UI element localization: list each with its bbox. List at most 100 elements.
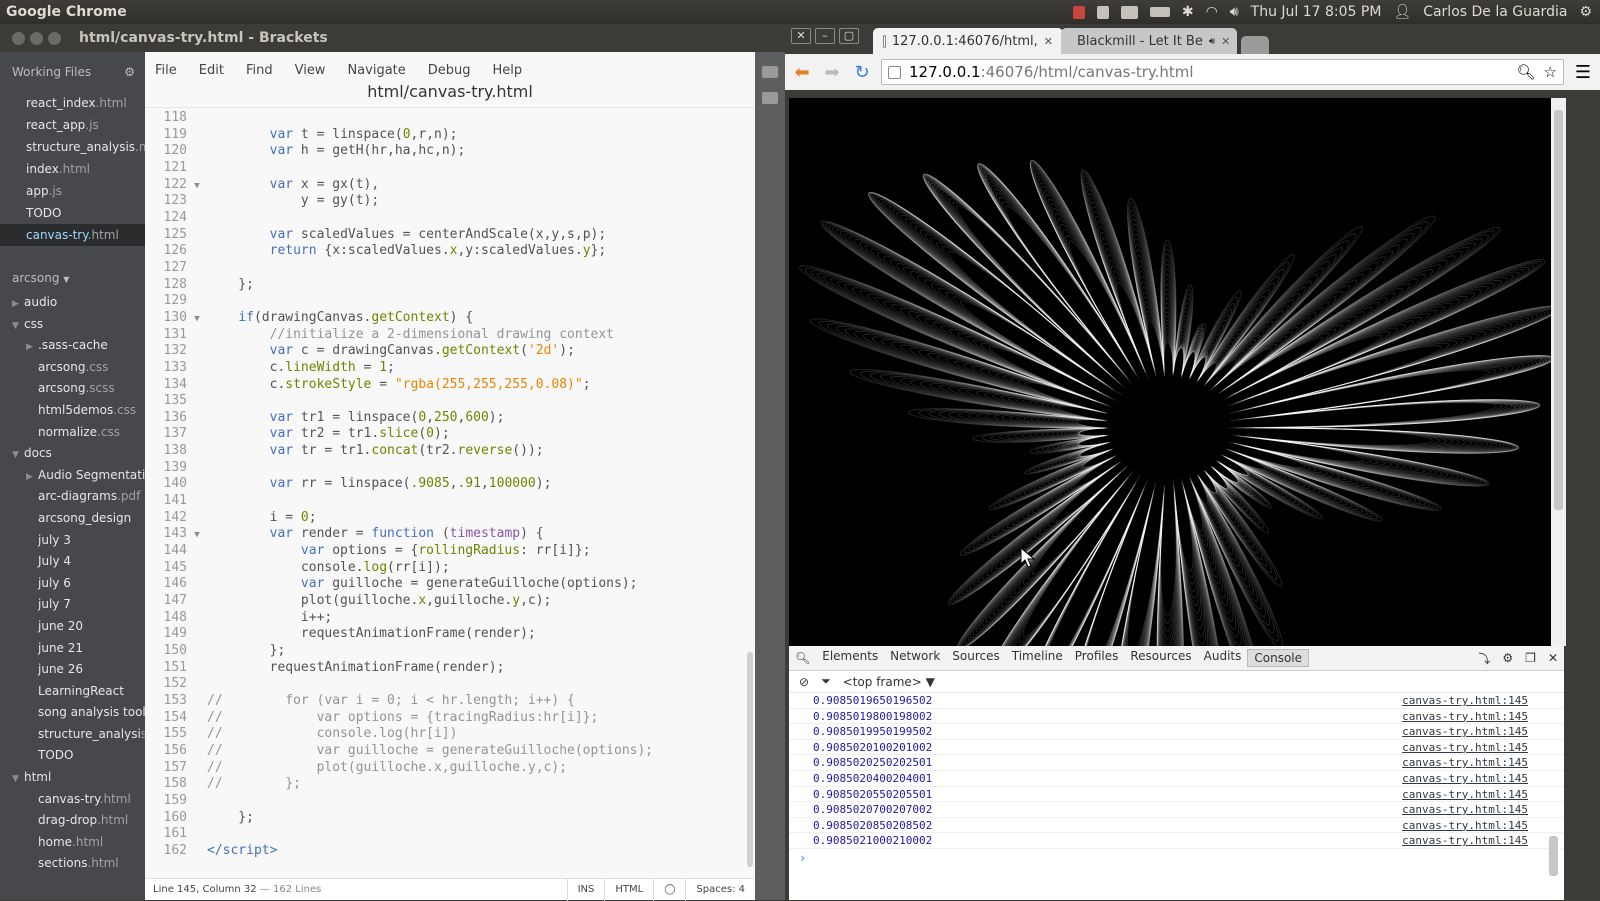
code-line[interactable]: 153 // for (var i = 0; i < hr.length; i++…	[145, 693, 755, 710]
tab-close-icon[interactable]: ✕	[1044, 35, 1053, 48]
bluetooth-icon[interactable]: ✱	[1182, 4, 1194, 20]
working-file-item[interactable]: structure_analysis.md	[0, 136, 145, 158]
code-line[interactable]: 150 };	[145, 643, 755, 660]
code-line[interactable]: 144 var options = {rollingRadius: rr[i]}…	[145, 543, 755, 560]
filter-icon[interactable]: ⏷	[821, 674, 831, 689]
tree-folder[interactable]: ▼ html	[0, 767, 145, 789]
console-source-link[interactable]: canvas-try.html:145	[1402, 724, 1564, 739]
tree-file[interactable]: drag-drop.html	[0, 810, 145, 832]
working-file-item[interactable]: canvas-try.html	[0, 224, 145, 246]
code-line[interactable]: 157 // plot(guilloche.x,guilloche.y,c);	[145, 760, 755, 777]
tree-file[interactable]: html5demos.css	[0, 400, 145, 422]
tree-file[interactable]: canvas-try.html	[0, 789, 145, 811]
console-source-link[interactable]: canvas-try.html:145	[1402, 771, 1564, 786]
tree-file[interactable]: arcsong.css	[0, 357, 145, 379]
console-source-link[interactable]: canvas-try.html:145	[1402, 693, 1564, 708]
working-file-item[interactable]: index.html	[0, 158, 145, 180]
close-window-button[interactable]	[12, 31, 25, 45]
code-line[interactable]: 122 ▼ var x = gx(t),	[145, 177, 755, 194]
maximize-icon[interactable]: ▢	[839, 28, 859, 44]
mail-icon[interactable]	[1120, 5, 1138, 19]
maximize-window-button[interactable]	[48, 31, 61, 45]
tree-file[interactable]: home.html	[0, 832, 145, 854]
wifi-icon[interactable]: ◠	[1206, 4, 1218, 20]
code-line[interactable]: 155 // console.log(hr[i])	[145, 726, 755, 743]
datetime[interactable]: Thu Jul 17 8:05 PM	[1251, 4, 1382, 20]
devtools-tab-console[interactable]: Console	[1247, 649, 1310, 667]
new-tab-button[interactable]	[1241, 36, 1269, 54]
code-line[interactable]: 161	[145, 826, 755, 843]
battery-icon[interactable]	[1149, 7, 1170, 17]
insert-mode-toggle[interactable]: INS	[566, 878, 605, 901]
code-line[interactable]: 154 // var options = {tracingRadius:hr[i]…	[145, 710, 755, 727]
star-icon[interactable]: ☆	[1544, 63, 1557, 81]
address-bar[interactable]: 127.0.0.1:46076/html/canvas-try.html 🔍︎ …	[881, 59, 1564, 85]
minimize-window-button[interactable]	[30, 31, 43, 45]
tree-file[interactable]: structure_analysis	[0, 724, 145, 746]
code-line[interactable]: 152	[145, 676, 755, 693]
tree-file[interactable]: july 3	[0, 530, 145, 552]
indent-setting[interactable]: Spaces: 4	[685, 878, 755, 901]
tree-file[interactable]: song analysis tool	[0, 702, 145, 724]
devtools-tab-timeline[interactable]: Timeline	[1006, 649, 1069, 667]
code-line[interactable]: 160 };	[145, 810, 755, 827]
code-line[interactable]: 142 i = 0;	[145, 510, 755, 527]
code-line[interactable]: 146 var guilloche = generateGuilloche(op…	[145, 576, 755, 593]
devtools-tab-profiles[interactable]: Profiles	[1069, 649, 1125, 667]
menu-navigate[interactable]: Navigate	[347, 63, 405, 78]
tab-close-icon[interactable]: ✕	[1221, 35, 1230, 48]
code-line[interactable]: 129	[145, 293, 755, 310]
undock-icon[interactable]: ❐	[1519, 651, 1542, 665]
code-line[interactable]: 145 console.log(rr[i]);	[145, 560, 755, 577]
minimize-icon[interactable]: –	[815, 28, 835, 44]
menu-help[interactable]: Help	[493, 63, 523, 78]
code-line[interactable]: 137 var tr2 = tr1.slice(0);	[145, 426, 755, 443]
page-scrollbar-thumb[interactable]	[1554, 110, 1563, 510]
menu-view[interactable]: View	[295, 63, 326, 78]
inspect-search-icon[interactable]: 🔍︎	[789, 651, 816, 665]
code-line[interactable]: 156 // var guilloche = generateGuilloche(…	[145, 743, 755, 760]
tree-file[interactable]: TODO	[0, 745, 145, 767]
reload-icon[interactable]: ↻	[851, 62, 873, 83]
tree-folder[interactable]: ▼ docs	[0, 443, 145, 465]
code-line[interactable]: 140 var rr = linspace(.9085,.91,100000);	[145, 476, 755, 493]
code-line[interactable]: 149 requestAnimationFrame(render);	[145, 626, 755, 643]
fold-arrow-icon[interactable]: ▼	[187, 527, 207, 544]
tree-file[interactable]: arcsong.scss	[0, 378, 145, 400]
menu-edit[interactable]: Edit	[199, 63, 224, 78]
clear-console-icon[interactable]: ⊘	[799, 675, 809, 689]
tree-folder[interactable]: ▶ Audio Segmentati	[0, 465, 145, 487]
code-line[interactable]: 123 y = gy(t);	[145, 193, 755, 210]
fold-arrow-icon[interactable]: ▼	[187, 178, 207, 195]
console-prompt[interactable]: ›	[789, 849, 1564, 867]
dock-icon[interactable]: ⤵	[1472, 650, 1496, 667]
code-line[interactable]: 121	[145, 160, 755, 177]
page-scrollbar[interactable]	[1551, 98, 1566, 646]
code-line[interactable]: 162 </script>	[145, 843, 755, 860]
code-line[interactable]: 130 ▼ if(drawingCanvas.getContext) {	[145, 310, 755, 327]
code-line[interactable]: 151 requestAnimationFrame(render);	[145, 660, 755, 677]
chat-icon[interactable]	[1072, 5, 1085, 19]
code-line[interactable]: 118	[145, 110, 755, 127]
tree-file[interactable]: normalize.css	[0, 422, 145, 444]
tree-file[interactable]: arcsong_design	[0, 508, 145, 530]
code-line[interactable]: 127	[145, 260, 755, 277]
tab-youtube[interactable]: Blackmill - Let It Be 🔊︎ ✕	[1061, 28, 1237, 54]
devtools-tab-network[interactable]: Network	[884, 649, 946, 667]
tree-file[interactable]: arc-diagrams.pdf	[0, 486, 145, 508]
code-line[interactable]: 158 // };	[145, 776, 755, 793]
code-line[interactable]: 131 //initialize a 2-dimensional drawing…	[145, 327, 755, 344]
code-line[interactable]: 128 };	[145, 277, 755, 294]
close-icon[interactable]: ✕	[791, 28, 811, 44]
code-line[interactable]: 124	[145, 210, 755, 227]
project-dropdown[interactable]: arcsong ▼	[0, 264, 145, 292]
extension-manager-icon[interactable]	[762, 92, 778, 104]
tree-folder[interactable]: ▶ audio	[0, 292, 145, 314]
code-line[interactable]: 134 c.strokeStyle = "rgba(255,255,255,0.…	[145, 377, 755, 394]
tree-file[interactable]: june 21	[0, 638, 145, 660]
devtools-tab-resources[interactable]: Resources	[1124, 649, 1197, 667]
tree-file[interactable]: July 4	[0, 551, 145, 573]
notification-icon[interactable]	[1096, 5, 1109, 19]
code-line[interactable]: 147 plot(guilloche.x,guilloche.y,c);	[145, 593, 755, 610]
working-file-item[interactable]: TODO	[0, 202, 145, 224]
